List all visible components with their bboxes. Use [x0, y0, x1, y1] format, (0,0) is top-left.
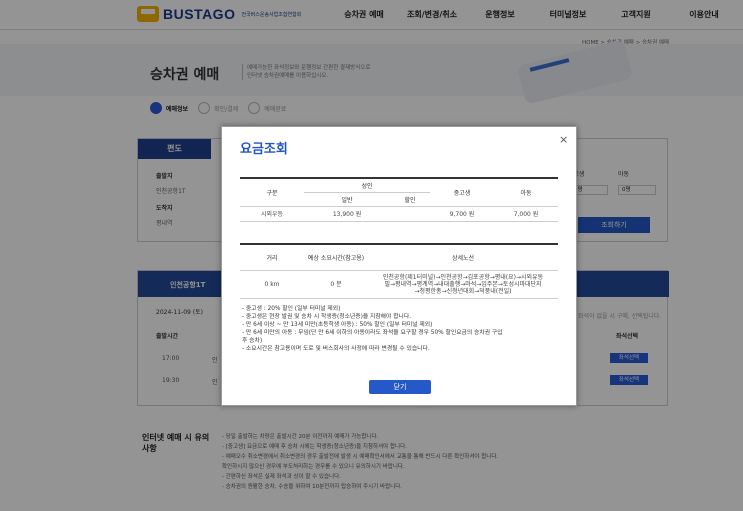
route-detail-line: →청평한총→신청년대회→덕풍내(전일) — [414, 287, 512, 295]
fare-note: 후 승차) — [242, 338, 263, 344]
fare-note: - 중고생 : 20% 할인 (일부 터미널 제외) — [242, 306, 341, 312]
fare-note: - 소요시간은 참고용이며 도로 및 버스회사의 사정에 따라 변경될 수 있습… — [242, 346, 430, 352]
fare-col-type: 구분 — [240, 177, 304, 207]
fare-general: 13,900 원 — [304, 206, 391, 222]
fare-col-student: 중고생 — [430, 177, 494, 207]
route-distance: 0 km — [240, 270, 304, 299]
fare-col-child: 아동 — [494, 177, 558, 207]
fare-lookup-modal: 요금조회 × 구분 성인 중고생 아동 일반 할인 시외우등 13,900 원 … — [221, 126, 577, 406]
modal-title: 요금조회 — [240, 142, 288, 157]
route-col-distance: 거리 — [240, 243, 304, 271]
fare-note: - 만 6세 미만의 아동 : 무임(단 만 6세 이하의 아동이라도 좌석을 … — [242, 330, 503, 336]
fare-col-adult: 성인 — [304, 177, 430, 193]
fare-notes: - 중고생 : 20% 할인 (일부 터미널 제외) - 중고생은 현장 발권 … — [242, 305, 560, 353]
route-time: 0 분 — [304, 270, 368, 299]
route-col-time: 예상 소요시간(참고용) — [304, 243, 368, 271]
fare-col-discount: 할인 — [390, 192, 430, 207]
route-col-detail: 상세노선 — [368, 243, 558, 271]
close-icon[interactable]: × — [559, 133, 568, 146]
route-detail-line: 인천공항(제1터미널)→인천공항→김포공항→평내(요)→시외유동 — [382, 273, 544, 281]
fare-note: - 만 6세 이상 ~ 만 13세 미만(초등학생 아동) : 50% 할인 (… — [242, 322, 433, 328]
fare-col-general: 일반 — [304, 192, 391, 207]
fare-type: 시외우등 — [240, 206, 304, 222]
fare-child: 7,000 원 — [494, 206, 558, 222]
route-detail-line: 필→평내역→평계역→내대출행→마석→임주본→토성시마대단지 — [384, 280, 542, 288]
route-table: 거리 예상 소요시간(참고용) 상세노선 0 km 0 분 인천공항(제1터미널… — [240, 243, 558, 299]
fare-row: 시외우등 13,900 원 9,700 원 7,000 원 — [240, 206, 558, 222]
close-button[interactable]: 닫기 — [369, 380, 431, 394]
fare-student: 9,700 원 — [430, 206, 494, 222]
route-row: 0 km 0 분 인천공항(제1터미널)→인천공항→김포공항→평내(요)→시외유… — [240, 270, 558, 299]
fare-note: - 중고생은 현장 발권 및 승차 시 학생증(청소년증)을 지참해야 합니다. — [242, 314, 412, 320]
route-detail: 인천공항(제1터미널)→인천공항→김포공항→평내(요)→시외유동 필→평내역→평… — [368, 270, 558, 299]
fare-discount — [390, 206, 430, 222]
fare-table: 구분 성인 중고생 아동 일반 할인 시외우등 13,900 원 9,700 원… — [240, 177, 558, 222]
